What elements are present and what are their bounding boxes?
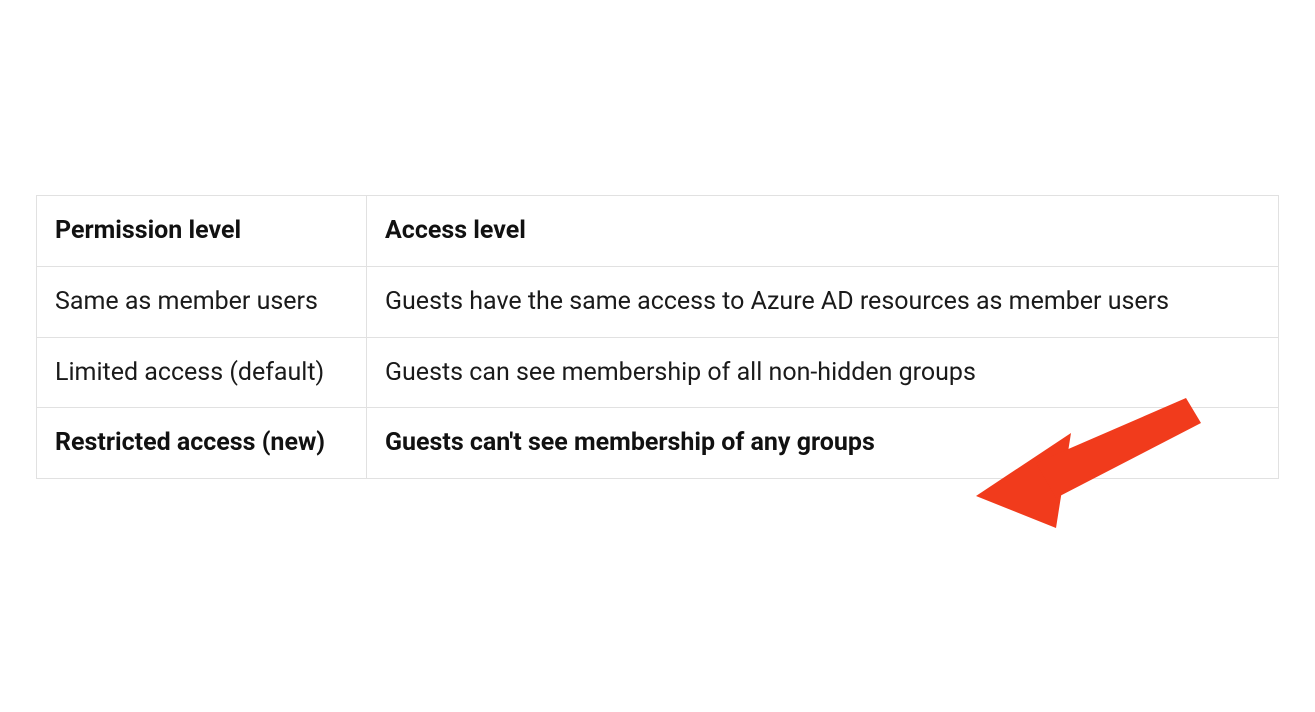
column-header-access: Access level — [367, 196, 1279, 267]
column-header-permission: Permission level — [37, 196, 367, 267]
cell-access: Guests can see membership of all non-hid… — [367, 337, 1279, 408]
cell-permission: Limited access (default) — [37, 337, 367, 408]
table-row: Limited access (default) Guests can see … — [37, 337, 1279, 408]
table-row: Restricted access (new) Guests can't see… — [37, 408, 1279, 479]
cell-permission: Same as member users — [37, 266, 367, 337]
cell-access: Guests have the same access to Azure AD … — [367, 266, 1279, 337]
permission-access-table-container: Permission level Access level Same as me… — [36, 195, 1279, 479]
permission-access-table: Permission level Access level Same as me… — [36, 195, 1279, 479]
table-header-row: Permission level Access level — [37, 196, 1279, 267]
cell-permission: Restricted access (new) — [37, 408, 367, 479]
cell-access: Guests can't see membership of any group… — [367, 408, 1279, 479]
table-row: Same as member users Guests have the sam… — [37, 266, 1279, 337]
